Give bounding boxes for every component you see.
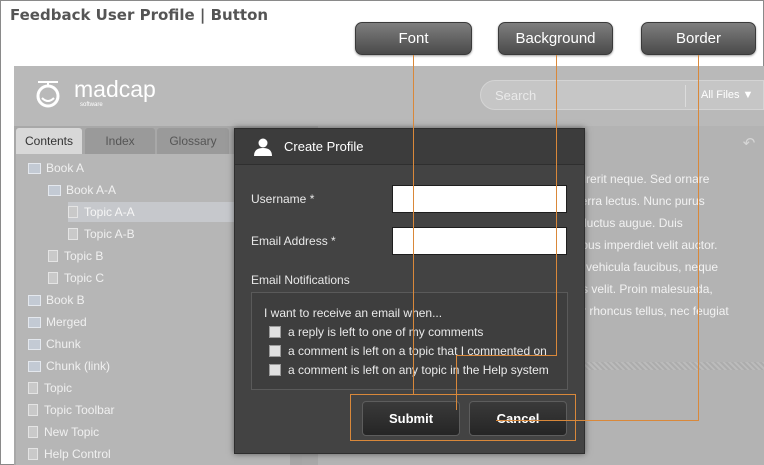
content-text: olor rhoncus tellus, nec feugiat <box>566 304 729 318</box>
email-notifications-label: Email Notifications <box>251 273 350 287</box>
user-icon <box>254 138 272 156</box>
page-icon <box>68 228 78 240</box>
callout-line-border <box>698 55 699 421</box>
tree-item[interactable]: Topic C <box>48 268 104 288</box>
page-icon <box>28 448 38 460</box>
tree-item[interactable]: Topic A-B <box>68 224 135 244</box>
tree-item[interactable]: Chunk (link) <box>28 356 110 376</box>
logo-text: madcap <box>74 76 156 102</box>
header: madcap software Search All Files ▼ <box>14 66 764 126</box>
tree-item[interactable]: Topic <box>28 378 72 398</box>
tab-glossary[interactable]: Glossary <box>157 128 229 154</box>
callout-highlight-box <box>350 394 576 441</box>
logo: madcap software <box>34 78 156 108</box>
book-icon <box>28 360 41 372</box>
tree-item[interactable]: Topic Toolbar <box>28 400 115 420</box>
back-arrow-icon[interactable]: ↶ <box>738 134 760 156</box>
page-title: Feedback User Profile | Button <box>10 6 269 24</box>
callout-line-font <box>413 55 414 394</box>
notification-option[interactable]: a reply is left to one of my comments <box>269 325 483 339</box>
page-icon <box>28 382 38 394</box>
search-divider <box>685 85 686 107</box>
content-text: ucibus imperdiet velit auctor. <box>566 238 718 252</box>
logo-subtext: software <box>80 102 103 108</box>
tree-item[interactable]: Chunk <box>28 334 81 354</box>
page-icon <box>48 250 58 262</box>
content-text: tae vehicula faucibus, neque <box>566 260 719 274</box>
tree-item[interactable]: Help Control <box>28 444 111 464</box>
dialog-header: Create Profile <box>235 129 584 165</box>
checkbox[interactable] <box>269 345 281 357</box>
notifications-box: I want to receive an email when... a rep… <box>251 292 568 390</box>
email-field[interactable] <box>392 227 567 255</box>
search-placeholder: Search <box>495 88 537 103</box>
callout-font: Font <box>355 22 472 55</box>
content-divider <box>566 362 764 370</box>
tree-item[interactable]: Book A-A <box>48 180 116 200</box>
page-icon <box>28 404 38 416</box>
book-icon <box>28 338 41 350</box>
tab-contents[interactable]: Contents <box>16 128 82 154</box>
content-text: viverra lectus. Nunc purus <box>566 194 705 208</box>
callout-line-background <box>456 355 457 410</box>
tree-item[interactable]: Topic B <box>48 246 103 266</box>
notifications-intro: I want to receive an email when... <box>264 306 443 320</box>
search-input[interactable]: Search All Files ▼ <box>480 80 764 110</box>
dialog-title: Create Profile <box>284 139 364 154</box>
book-icon <box>28 294 41 306</box>
tree-item[interactable]: Merged <box>28 312 87 332</box>
callout-line-background <box>556 55 557 356</box>
username-label: Username * <box>251 192 315 206</box>
page-icon <box>68 206 78 218</box>
notification-option[interactable]: a comment is left on any topic in the He… <box>269 363 549 377</box>
madcap-logo-icon <box>36 81 60 108</box>
book-icon <box>28 316 41 328</box>
book-icon <box>28 162 41 174</box>
content-text: endrerit neque. Sed ornare <box>566 172 710 186</box>
username-field[interactable] <box>392 185 567 213</box>
tab-index[interactable]: Index <box>85 128 155 154</box>
page-icon <box>48 272 58 284</box>
callout-line-border <box>496 420 699 421</box>
tree-item[interactable]: Book A <box>28 158 84 178</box>
content-text: quis velit. Proin malesuada, <box>566 282 713 296</box>
callout-background: Background <box>498 22 613 55</box>
checkbox[interactable] <box>269 364 281 376</box>
callout-border: Border <box>641 22 756 55</box>
tree-item[interactable]: Book B <box>28 290 85 310</box>
book-icon <box>48 184 61 196</box>
checkbox[interactable] <box>269 326 281 338</box>
callout-line-background <box>456 355 557 356</box>
email-label: Email Address * <box>251 234 336 248</box>
tree-item[interactable]: New Topic <box>28 422 99 442</box>
search-filter-dropdown[interactable]: All Files ▼ <box>701 89 753 101</box>
page-icon <box>28 426 38 438</box>
